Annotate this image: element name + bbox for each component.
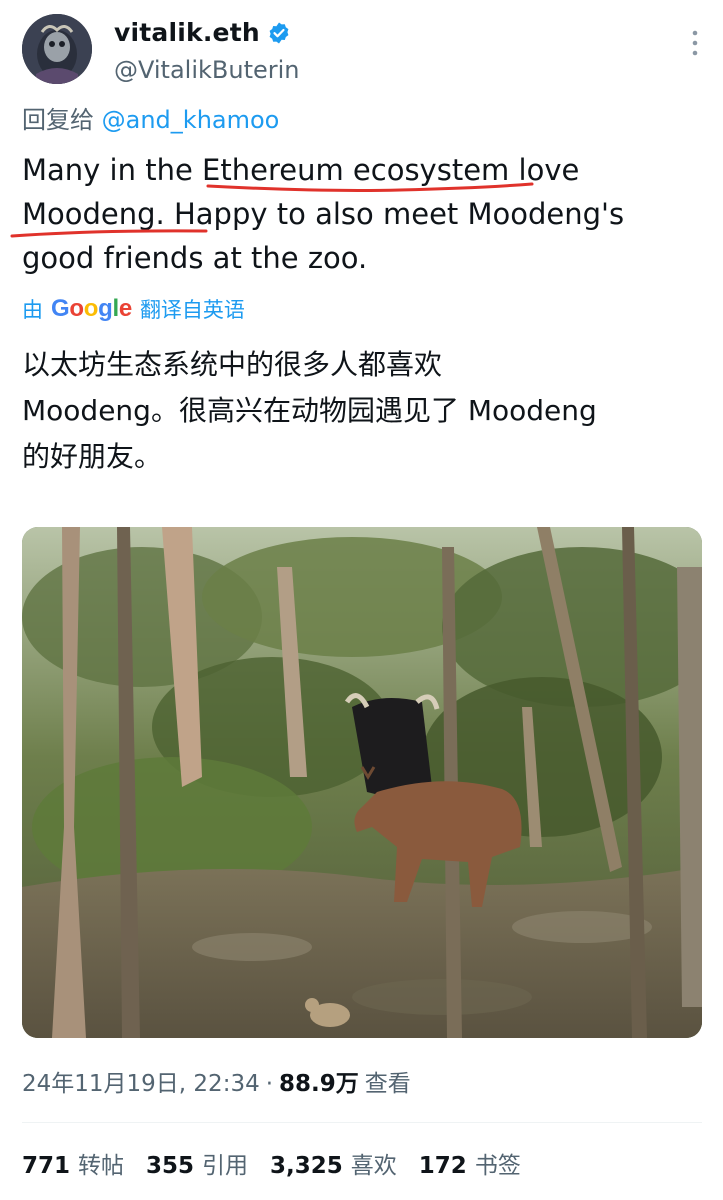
translated-line-3: 的好朋友。 [22, 440, 163, 473]
stat-count: 3,325 [270, 1153, 343, 1179]
tweet-text-underlined-segment: Moodeng. [22, 197, 165, 231]
tweet-text-underlined-segment: Ethereum ecosystem [202, 153, 510, 187]
tweet-meta: 24年11月19日, 22:34 · 88.9万 查看 [22, 1064, 411, 1098]
user-handle[interactable]: @VitalikButerin [114, 56, 300, 84]
tweet-header: vitalik.eth @VitalikButerin [22, 10, 702, 86]
stat-bookmarks[interactable]: 172 书签 [419, 1146, 521, 1180]
tweet-text: Many in the Ethereum ecosystem love Mood… [22, 148, 702, 280]
stat-reposts[interactable]: 771 转帖 [22, 1146, 124, 1180]
translated-from-label: 翻译自英语 [139, 298, 245, 322]
tweet-text-segment: Happy to also meet Moodeng's [164, 197, 625, 231]
verified-badge-icon[interactable] [267, 21, 291, 45]
display-name[interactable]: vitalik.eth [114, 18, 260, 47]
stat-likes[interactable]: 3,325 喜欢 [270, 1146, 397, 1180]
tweet-text-segment: love [509, 153, 580, 187]
google-logo: Google [51, 295, 132, 322]
tweet-photo[interactable] [22, 527, 702, 1038]
tweet-line-1: Many in the Ethereum ecosystem love [22, 148, 702, 192]
view-count: 88.9万 [279, 1071, 359, 1097]
stat-label: 书签 [474, 1153, 521, 1179]
tweet-line-2: Moodeng. Happy to also meet Moodeng's [22, 192, 702, 236]
stat-count: 771 [22, 1153, 71, 1179]
meta-separator: · [265, 1071, 274, 1097]
stat-count: 355 [146, 1153, 195, 1179]
reply-mention-link[interactable]: @and_khamoo [102, 106, 280, 134]
tweet-text-segment: Many in the [22, 153, 203, 187]
translated-line-2: Moodeng。很高兴在动物园遇见了 Moodeng [22, 394, 597, 427]
stat-count: 172 [418, 1153, 467, 1179]
stat-label: 喜欢 [350, 1153, 397, 1179]
translated-by-label: 由 [22, 298, 43, 322]
divider [22, 1122, 702, 1123]
stat-quotes[interactable]: 355 引用 [146, 1146, 248, 1180]
more-options-icon[interactable] [688, 28, 702, 58]
avatar[interactable] [22, 14, 92, 84]
stat-label: 引用 [202, 1153, 249, 1179]
engagement-stats: 771 转帖 355 引用 3,325 喜欢 172 书签 [22, 1146, 543, 1180]
reply-to-line: 回复给 @and_khamoo [22, 100, 279, 135]
timestamp[interactable]: 24年11月19日, 22:34 [22, 1064, 260, 1098]
stat-label: 转帖 [78, 1153, 125, 1179]
translated-line-1: 以太坊生态系统中的很多人都喜欢 [22, 348, 443, 381]
tweet-line-3: good friends at the zoo. [22, 241, 368, 275]
reply-to-label: 回复给 [22, 106, 94, 134]
avatar-image [22, 14, 92, 84]
views-label: 查看 [364, 1071, 411, 1097]
zoo-photo-image [22, 527, 702, 1038]
name-row: vitalik.eth [114, 18, 291, 47]
translate-attribution[interactable]: 由 Google 翻译自英语 [22, 294, 245, 324]
translated-text: 以太坊生态系统中的很多人都喜欢 Moodeng。很高兴在动物园遇见了 Moode… [22, 342, 702, 480]
